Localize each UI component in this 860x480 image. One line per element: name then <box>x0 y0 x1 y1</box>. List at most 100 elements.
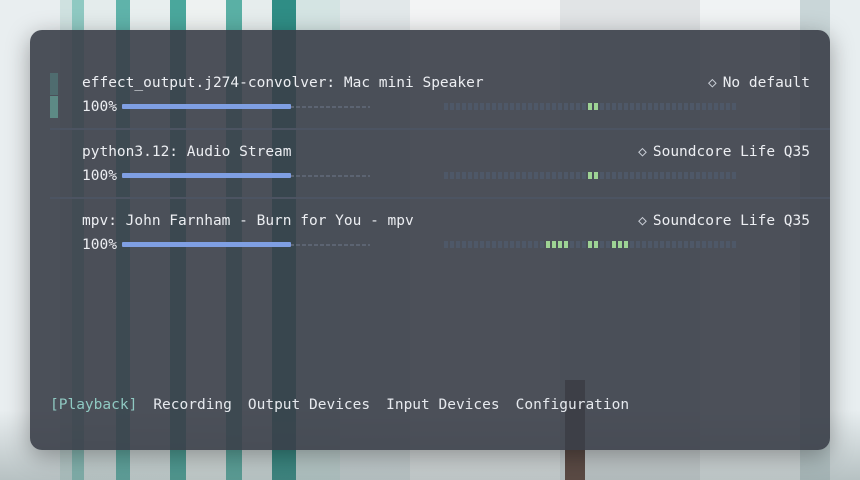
device-label: Soundcore Life Q35 <box>652 144 810 160</box>
mixer-window: effect_output.j274-convolver: Mac mini S… <box>30 30 830 450</box>
meter-segment <box>726 241 730 248</box>
meter-segment <box>534 103 538 110</box>
meter-segment <box>546 103 550 110</box>
meter-segment <box>726 172 730 179</box>
meter-segment <box>690 172 694 179</box>
meter-segment <box>480 241 484 248</box>
meter-segment <box>444 103 448 110</box>
meter-segment <box>450 241 454 248</box>
meter-segment <box>720 103 724 110</box>
meter-segment <box>516 241 520 248</box>
meter-segment <box>474 241 478 248</box>
meter-segment <box>540 103 544 110</box>
meter-segment <box>522 172 526 179</box>
meter-segment <box>678 241 682 248</box>
meter-segment <box>576 172 580 179</box>
meter-segment <box>672 172 676 179</box>
stream-device[interactable]: ◇ Soundcore Life Q35 <box>638 213 810 229</box>
meter-segment <box>702 103 706 110</box>
meter-segment <box>570 103 574 110</box>
meter-segment <box>564 241 568 248</box>
meter-segment <box>708 103 712 110</box>
meter-segment <box>504 172 508 179</box>
meter-segment <box>606 172 610 179</box>
meter-segment <box>696 172 700 179</box>
row-divider <box>50 197 830 199</box>
meter-segment <box>444 241 448 248</box>
meter-segment <box>510 241 514 248</box>
meter-segment <box>582 241 586 248</box>
meter-segment <box>648 103 652 110</box>
volume-fill[interactable] <box>122 173 291 178</box>
meter-segment <box>462 103 466 110</box>
meter-segment <box>594 241 598 248</box>
tab-input-devices[interactable]: Input Devices <box>386 397 500 413</box>
meter-segment <box>666 241 670 248</box>
meter-segment <box>504 241 508 248</box>
tab-output-devices[interactable]: Output Devices <box>248 397 370 413</box>
meter-segment <box>630 241 634 248</box>
stream-row[interactable]: effect_output.j274-convolver: Mac mini S… <box>50 71 810 123</box>
meter-segment <box>444 172 448 179</box>
stream-name: mpv: John Farnham - Burn for You - mpv <box>82 213 414 229</box>
stream-row[interactable]: mpv: John Farnham - Burn for You - mpv ◇… <box>50 209 810 261</box>
meter-segment <box>486 103 490 110</box>
meter-segment <box>660 172 664 179</box>
meter-segment <box>528 103 532 110</box>
tab-playback[interactable]: [Playback] <box>50 397 137 413</box>
meter-segment <box>474 172 478 179</box>
meter-segment <box>468 241 472 248</box>
meter-segment <box>558 103 562 110</box>
meter-segment <box>588 241 592 248</box>
meter-segment <box>486 172 490 179</box>
meter-segment <box>672 241 676 248</box>
meter-segment <box>678 172 682 179</box>
meter-segment <box>582 172 586 179</box>
volume-fill[interactable] <box>122 104 291 109</box>
device-label: No default <box>722 75 810 91</box>
meter-segment <box>672 103 676 110</box>
meter-segment <box>456 103 460 110</box>
meter-segment <box>498 103 502 110</box>
stream-device[interactable]: ◇ Soundcore Life Q35 <box>638 144 810 160</box>
stream-row[interactable]: python3.12: Audio Stream ◇ Soundcore Life… <box>50 140 810 192</box>
meter-segment <box>684 241 688 248</box>
meter-segment <box>648 172 652 179</box>
tab-recording[interactable]: Recording <box>153 397 232 413</box>
meter-segment <box>522 241 526 248</box>
meter-segment <box>726 103 730 110</box>
meter-segment <box>552 172 556 179</box>
meter-segment <box>594 172 598 179</box>
meter-segment <box>462 241 466 248</box>
meter-segment <box>606 241 610 248</box>
meter-segment <box>660 103 664 110</box>
meter-segment <box>660 241 664 248</box>
selection-marker <box>50 96 58 118</box>
meter-segment <box>504 103 508 110</box>
meter-segment <box>630 103 634 110</box>
device-label: Soundcore Life Q35 <box>652 213 810 229</box>
meter-segment <box>576 241 580 248</box>
meter-segment <box>684 103 688 110</box>
volume-fill[interactable] <box>122 242 291 247</box>
meter-segment <box>600 172 604 179</box>
tab-configuration[interactable]: Configuration <box>516 397 630 413</box>
meter-segment <box>636 103 640 110</box>
meter-segment <box>732 241 736 248</box>
meter-segment <box>492 172 496 179</box>
meter-segment <box>456 241 460 248</box>
meter-segment <box>612 103 616 110</box>
meter-segment <box>630 172 634 179</box>
meter-segment <box>600 241 604 248</box>
meter-segment <box>642 172 646 179</box>
meter-segment <box>612 172 616 179</box>
meter-segment <box>498 172 502 179</box>
meter-segment <box>654 103 658 110</box>
stream-device[interactable]: ◇ No default <box>708 75 810 91</box>
meter-segment <box>492 241 496 248</box>
selection-marker <box>50 73 58 95</box>
meter-segment <box>642 241 646 248</box>
meter-segment <box>714 103 718 110</box>
meter-segment <box>648 241 652 248</box>
meter-segment <box>540 172 544 179</box>
